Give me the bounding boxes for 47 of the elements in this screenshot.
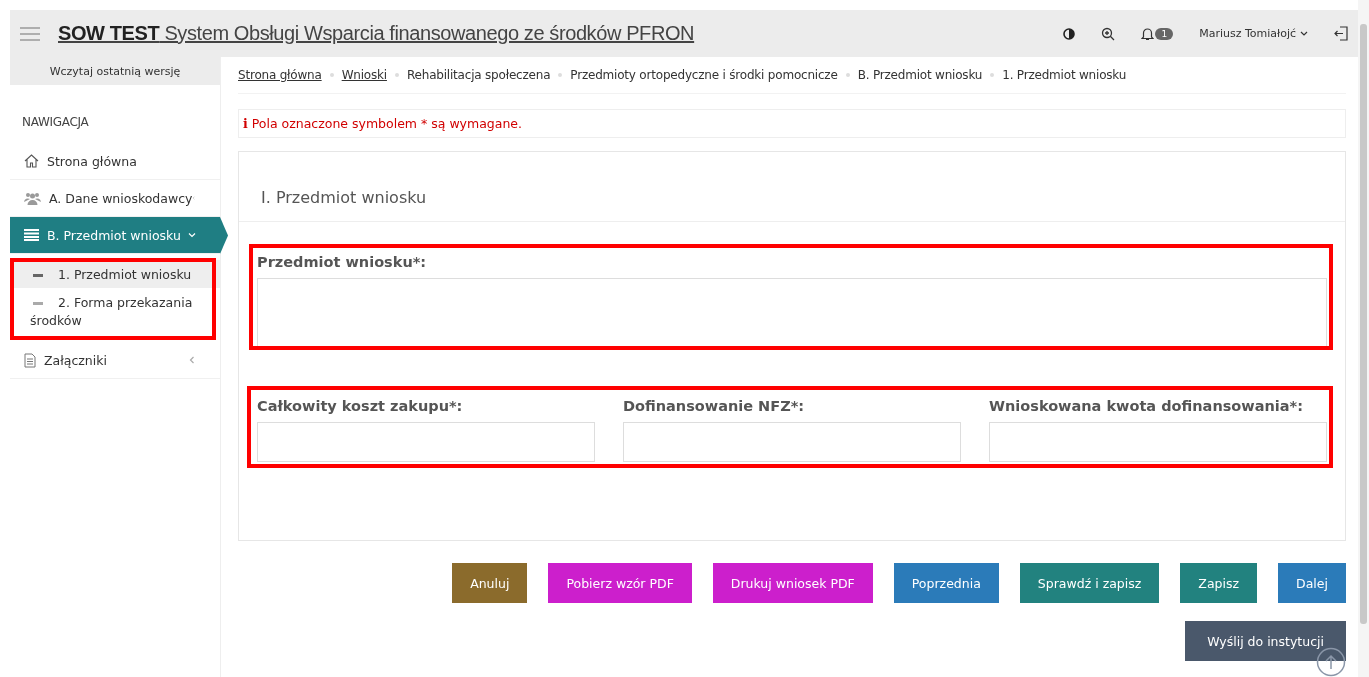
section-title: I. Przedmiot wniosku — [239, 152, 1345, 222]
sidebar-item[interactable]: Załączniki — [10, 342, 220, 379]
breadcrumb-item: Rehabilitacja społeczena — [406, 68, 551, 82]
bell-icon[interactable] — [1141, 26, 1155, 41]
zoom-in-icon[interactable] — [1101, 26, 1116, 41]
input-field[interactable] — [623, 422, 961, 462]
app-title[interactable]: SOW TEST System Obsługi Wsparcia finansowanego ze środków PFRON — [58, 22, 695, 45]
action-button[interactable]: Pobierz wzór PDF — [548, 563, 692, 603]
chevron-down-icon — [1300, 30, 1308, 37]
field-label: Dofinansowanie NFZ*: — [623, 398, 806, 414]
field-label: Wnioskowana kwota dofinansowania*: — [989, 398, 1304, 414]
input-field[interactable] — [257, 422, 595, 462]
send-button[interactable]: Wyślij do instytucji — [1185, 621, 1346, 661]
breadcrumb-link[interactable]: Wnioski — [341, 68, 387, 82]
contrast-icon[interactable] — [1063, 27, 1076, 40]
action-button[interactable]: Zapisz — [1180, 563, 1258, 603]
user-menu[interactable]: Mariusz Tomiałojć — [1199, 27, 1308, 40]
breadcrumb-item: 1. Przedmiot wniosku — [1002, 68, 1127, 82]
action-button[interactable]: Dalej — [1278, 563, 1346, 603]
field-label: Całkowity koszt zakupu*: — [257, 398, 464, 414]
sidebar-item[interactable]: B. Przedmiot wniosku — [10, 217, 228, 254]
submenu-item[interactable]: 2. Forma przekazania środków — [10, 288, 220, 334]
users-icon — [24, 191, 41, 205]
document-icon — [24, 352, 36, 368]
input-field[interactable] — [989, 422, 1327, 462]
sidebar-item-label: A. Dane wnioskodawcy — [49, 190, 193, 206]
navigation-heading: NAWIGACJA — [21, 114, 90, 131]
notification-count: 1 — [1155, 27, 1174, 40]
action-button[interactable]: Poprzednia — [893, 563, 999, 603]
sidebar-item-label: B. Przedmiot wniosku — [47, 227, 181, 243]
action-button[interactable]: Anuluj — [452, 563, 528, 603]
action-button[interactable]: Sprawdź i zapisz — [1019, 563, 1160, 603]
breadcrumb-link[interactable]: Strona główna — [238, 68, 322, 82]
scroll-top-icon[interactable] — [1316, 647, 1346, 677]
home-icon — [24, 154, 39, 168]
breadcrumb-item: B. Przedmiot wniosku — [857, 68, 983, 82]
sidebar-item-label: Załączniki — [44, 352, 107, 368]
field-label: Przedmiot wniosku*: — [257, 254, 428, 270]
sidebar-item[interactable]: Strona główna — [10, 143, 220, 180]
sidebar-item-label: Strona główna — [47, 153, 137, 169]
logout-icon[interactable] — [1334, 26, 1348, 41]
action-button[interactable]: Drukuj wniosek PDF — [712, 563, 873, 603]
breadcrumb-item: Przedmioty ortopedyczne i środki pomocnicze — [570, 68, 838, 82]
text-area[interactable] — [257, 278, 1327, 348]
scrollbar-thumb[interactable] — [1360, 24, 1367, 624]
required-notice: i Pola oznaczone symbolem * są wymagane. — [238, 109, 1346, 138]
list-icon — [24, 229, 39, 241]
